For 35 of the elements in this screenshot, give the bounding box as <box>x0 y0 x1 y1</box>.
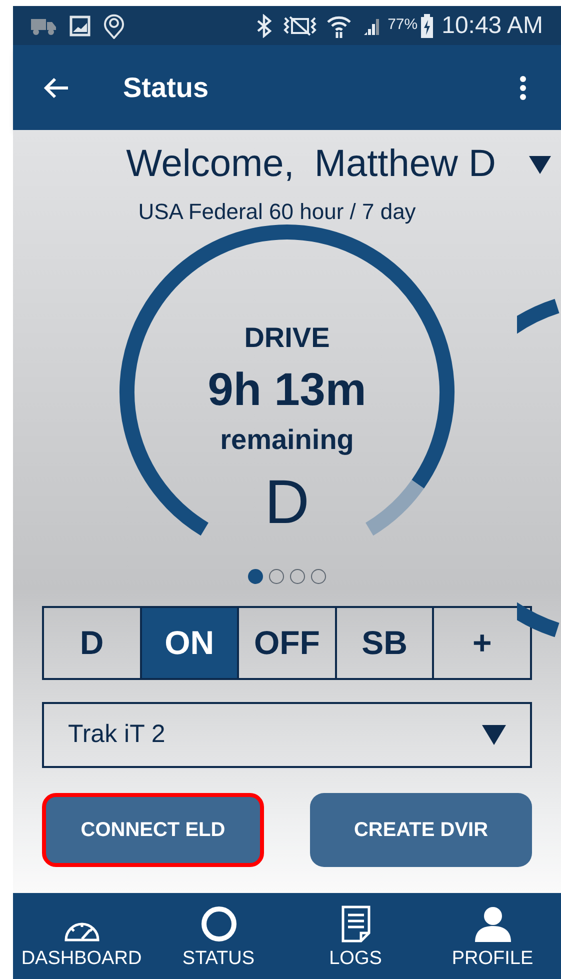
duty-status-tab[interactable]: + <box>432 608 530 678</box>
duty-status-tab[interactable]: ON <box>140 608 238 678</box>
document-icon <box>340 904 372 942</box>
location-pin-icon <box>103 12 125 38</box>
truck-icon <box>31 16 57 34</box>
dropdown-triangle-icon <box>482 725 506 745</box>
action-button[interactable]: CREATE DVIR <box>310 793 532 867</box>
duty-label: DRIVE <box>244 321 330 355</box>
battery-charging-icon <box>420 14 434 38</box>
duty-status-tab[interactable]: D <box>44 608 140 678</box>
back-arrow-icon <box>43 76 69 98</box>
screen-title: Status <box>123 70 209 104</box>
circle-icon <box>200 904 238 942</box>
person-icon <box>474 904 512 942</box>
more-icon <box>519 74 527 100</box>
vehicle-dropdown[interactable]: Trak iT 2 <box>42 702 532 768</box>
bottom-nav-item[interactable]: PROFILE <box>424 893 561 979</box>
battery-percentage: 77% <box>388 15 418 36</box>
vibrate-mute-icon <box>282 14 318 36</box>
image-icon <box>69 14 91 36</box>
current-status: D <box>264 471 310 535</box>
action-button[interactable]: CONNECT ELD <box>42 793 264 867</box>
duty-status-tab[interactable]: SB <box>334 608 432 678</box>
ruleset-text: USA Federal 60 hour / 7 day <box>138 198 416 226</box>
bottom-nav-item[interactable]: DASHBOARD <box>13 893 150 979</box>
welcome-greeting: Welcome, <box>126 142 294 187</box>
clock: 10:43 AM <box>442 10 543 40</box>
driver-name: Matthew D <box>314 142 496 187</box>
duty-status-tab[interactable]: OFF <box>237 608 335 678</box>
bottom-nav-item[interactable]: STATUS <box>150 893 287 979</box>
dropdown-triangle-icon <box>529 156 551 174</box>
bottom-nav-item[interactable]: LOGS <box>287 893 424 979</box>
bluetooth-icon <box>256 14 272 38</box>
remaining-caption: remaining <box>220 423 354 457</box>
remaining-time: 9h 13m <box>208 363 366 415</box>
